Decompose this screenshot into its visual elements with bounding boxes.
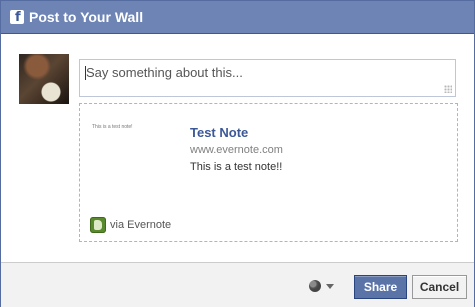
cancel-button[interactable]: Cancel [412, 275, 467, 299]
resize-grip-icon[interactable] [444, 85, 452, 93]
globe-icon [309, 280, 321, 292]
attachment-url: www.evernote.com [190, 144, 283, 156]
privacy-selector[interactable] [309, 280, 337, 294]
share-button[interactable]: Share [354, 275, 407, 299]
dialog-title: Post to Your Wall [29, 9, 144, 25]
message-input[interactable]: Say something about this... [79, 59, 456, 97]
facebook-logo-letter: f [15, 10, 21, 25]
evernote-icon [90, 217, 106, 233]
chevron-down-icon [326, 284, 334, 289]
dialog-footer: Share Cancel [1, 262, 474, 307]
user-avatar [19, 54, 69, 104]
dialog-titlebar: f Post to Your Wall [1, 1, 474, 34]
facebook-logo-icon: f [10, 10, 24, 25]
text-cursor [85, 66, 86, 80]
attachment-thumbnail[interactable]: This is a test note! [92, 124, 133, 130]
attachment-preview: This is a test note! Test Note www.evern… [79, 103, 458, 242]
via-label: via Evernote [110, 219, 172, 231]
message-placeholder: Say something about this... [86, 65, 243, 80]
post-to-wall-dialog: f Post to Your Wall Say something about … [0, 0, 475, 307]
attachment-title[interactable]: Test Note [190, 125, 248, 141]
attachment-description[interactable]: This is a test note!! [190, 160, 282, 174]
